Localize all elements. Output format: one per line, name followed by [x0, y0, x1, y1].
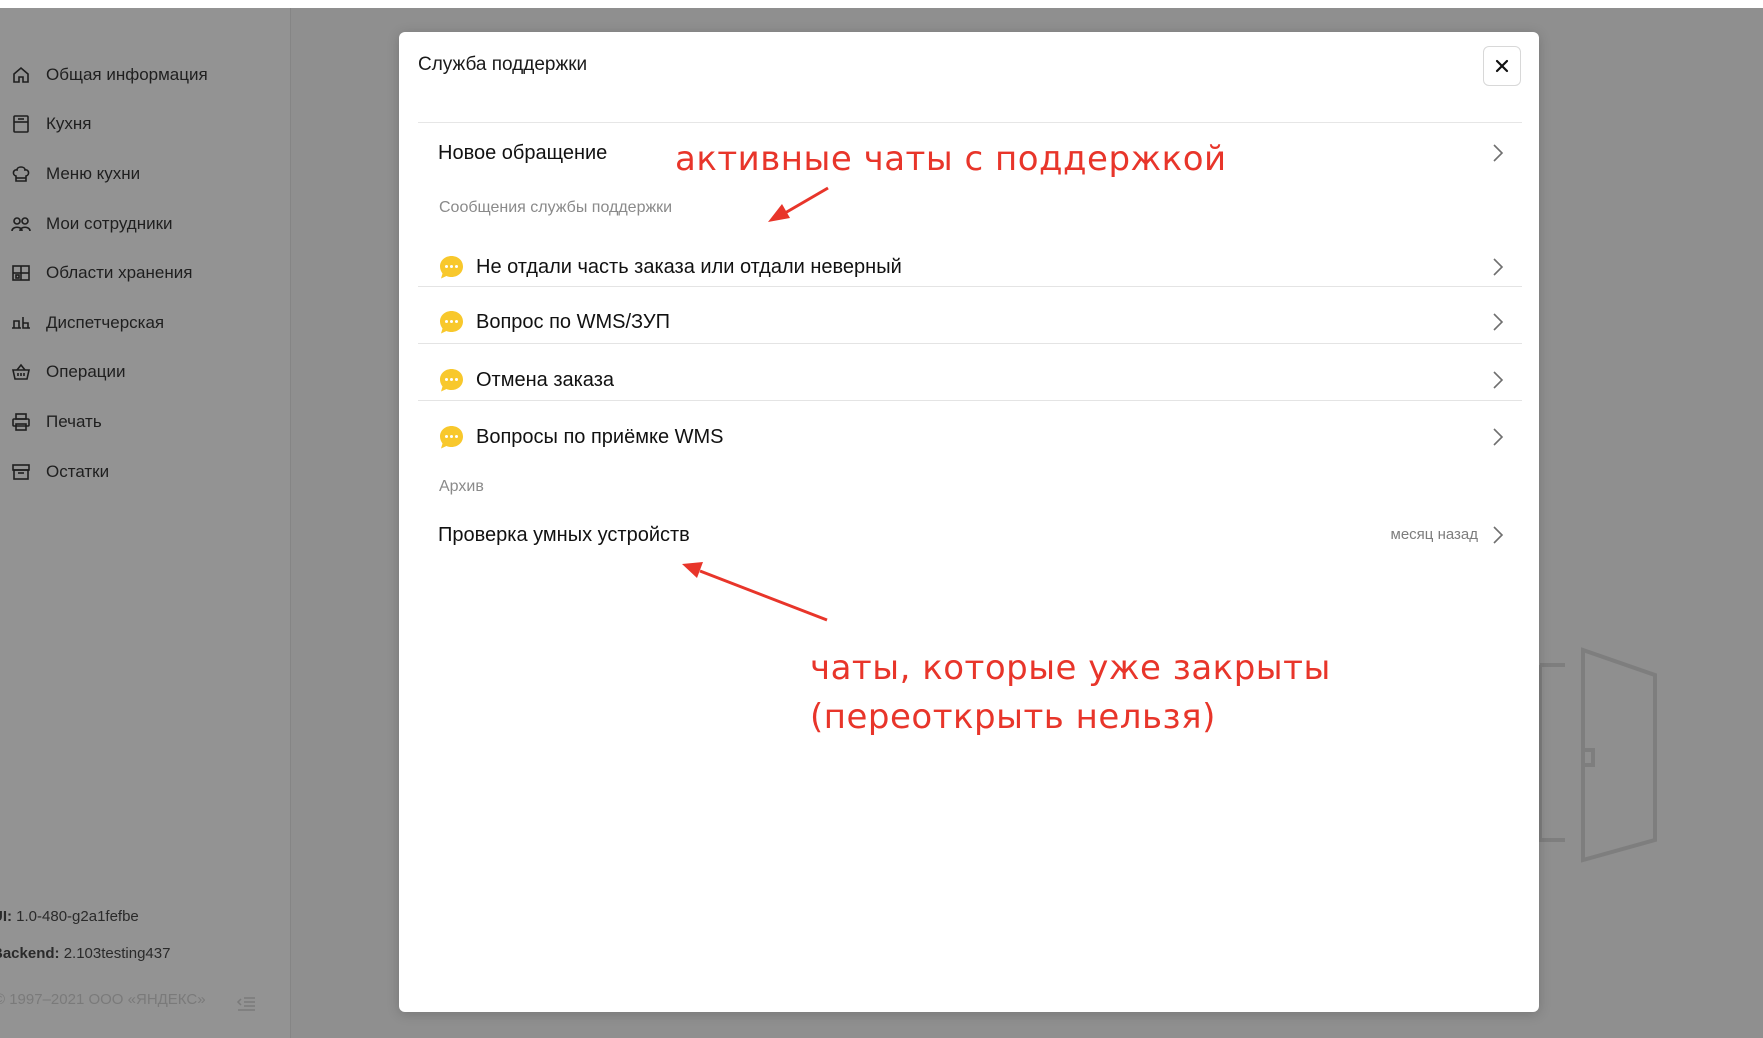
chat-row[interactable]: Отмена заказа: [418, 355, 1522, 405]
row-divider: [418, 343, 1522, 344]
sidebar-item-dispatch[interactable]: Диспетчерская: [10, 298, 208, 348]
collapse-sidebar-icon[interactable]: [236, 996, 256, 1012]
sidebar-item-print[interactable]: Печать: [10, 397, 208, 447]
header-divider: [418, 122, 1522, 123]
sidebar-item-label: Печать: [46, 411, 102, 431]
backend-version-value: 2.103testing437: [63, 945, 171, 962]
backend-version: Backend: 2.103testing437: [0, 945, 283, 962]
ui-version-value: 1.0-480-g2a1fefbe: [16, 908, 139, 925]
chat-bubble-icon: [440, 368, 463, 391]
ui-version-label: UI:: [0, 908, 12, 925]
home-icon: [10, 65, 32, 85]
sidebar-item-staff[interactable]: Мои сотрудники: [10, 199, 208, 249]
archived-chat-row[interactable]: Проверка умных устройств месяц назад: [418, 510, 1522, 560]
sidebar-item-label: Остатки: [46, 461, 110, 481]
sidebar-item-storage[interactable]: Области хранения: [10, 248, 208, 298]
chevron-right-icon: [1493, 258, 1504, 276]
chat-title: Вопросы по приёмке WMS: [476, 425, 724, 448]
chat-row[interactable]: Вопросы по приёмке WMS: [418, 412, 1522, 462]
archived-chat-time: месяц назад: [1390, 526, 1478, 543]
chef-hat-icon: [10, 164, 32, 184]
chat-row[interactable]: Не отдали часть заказа или отдали неверн…: [418, 242, 1522, 292]
chevron-right-icon: [1493, 526, 1504, 544]
chevron-right-icon: [1493, 313, 1504, 331]
chevron-right-icon: [1493, 144, 1504, 162]
sidebar-item-general-info[interactable]: Общая информация: [10, 50, 208, 100]
chevron-right-icon: [1493, 371, 1504, 389]
archived-chat-title: Проверка умных устройств: [438, 523, 690, 546]
annotation-closed-chats-line2: (переоткрыть нельзя): [810, 697, 1216, 737]
sidebar-item-label: Диспетчерская: [46, 312, 165, 332]
annotation-active-chats: активные чаты с поддержкой: [675, 139, 1227, 179]
top-strip: [0, 0, 1763, 8]
dispatch-icon: [10, 313, 32, 333]
chat-title: Отмена заказа: [476, 368, 614, 391]
people-icon: [10, 214, 32, 234]
printer-icon: [10, 412, 32, 432]
messages-section-label: Сообщения службы поддержки: [439, 199, 673, 216]
sidebar-item-leftovers[interactable]: Остатки: [10, 447, 208, 497]
sidebar-item-operations[interactable]: Операции: [10, 348, 208, 398]
support-modal: Служба поддержки Новое обращение Сообщен…: [399, 32, 1539, 1012]
sidebar-item-label: Общая информация: [46, 64, 208, 84]
sidebar-item-kitchen[interactable]: Кухня: [10, 100, 208, 150]
chat-bubble-icon: [440, 255, 463, 278]
archive-section-label: Архив: [439, 478, 484, 495]
sidebar-item-label: Кухня: [46, 114, 92, 134]
new-request-label: Новое обращение: [438, 141, 608, 164]
chevron-right-icon: [1493, 428, 1504, 446]
annotation-closed-chats-line1: чаты, которые уже закрыты: [810, 648, 1331, 688]
basket-icon: [10, 362, 32, 382]
kitchen-icon: [10, 114, 32, 134]
close-icon: [1495, 59, 1509, 73]
close-button[interactable]: [1483, 46, 1521, 86]
sidebar-item-label: Меню кухни: [46, 163, 141, 183]
sidebar-item-label: Мои сотрудники: [46, 213, 173, 233]
storage-icon: [10, 263, 32, 283]
door-illustration-icon: [1538, 647, 1657, 863]
sidebar-item-label: Области хранения: [46, 263, 193, 283]
chat-bubble-icon: [440, 310, 463, 333]
sidebar-item-label: Операции: [46, 362, 126, 382]
chat-bubble-icon: [440, 425, 463, 448]
modal-title: Служба поддержки: [418, 54, 588, 75]
chat-title: Не отдали часть заказа или отдали неверн…: [476, 255, 902, 278]
chat-row[interactable]: Вопрос по WMS/ЗУП: [418, 297, 1522, 347]
archive-box-icon: [10, 462, 32, 482]
sidebar-nav: Общая информация Кухня Меню кухни Мои со…: [10, 50, 208, 496]
ui-version: UI: 1.0-480-g2a1fefbe: [0, 908, 283, 925]
sidebar: Общая информация Кухня Меню кухни Мои со…: [0, 8, 291, 1038]
sidebar-item-kitchen-menu[interactable]: Меню кухни: [10, 149, 208, 199]
backend-version-label: Backend:: [0, 945, 60, 962]
modal-header: Служба поддержки: [399, 32, 1539, 102]
chat-title: Вопрос по WMS/ЗУП: [476, 310, 670, 333]
row-divider: [418, 286, 1522, 287]
row-divider: [418, 400, 1522, 401]
